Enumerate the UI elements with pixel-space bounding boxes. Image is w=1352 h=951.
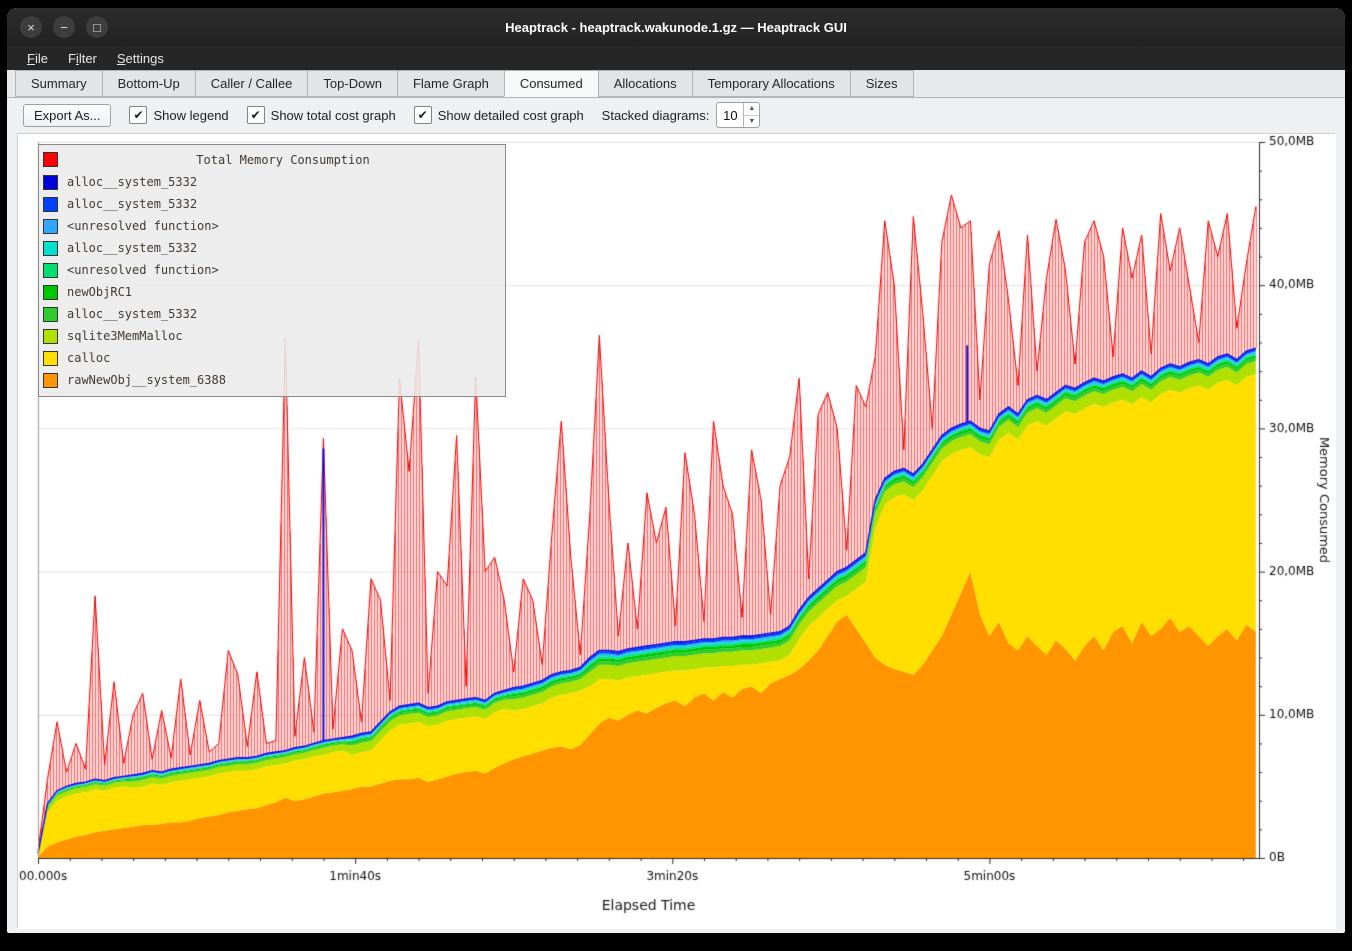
titlebar[interactable]: × − □ Heaptrack - heaptrack.wakunode.1.gz …: [7, 8, 1345, 46]
checkbox-show-detailed-cost-graph[interactable]: ✔ Show detailed cost graph: [414, 106, 584, 124]
checkbox-label: Show total cost graph: [271, 108, 396, 123]
legend-entry: calloc: [43, 347, 499, 369]
tab-bottom-up[interactable]: Bottom-Up: [102, 70, 195, 97]
checkbox-show-legend[interactable]: ✔ Show legend: [129, 106, 228, 124]
checkbox-show-total-cost-graph[interactable]: ✔ Show total cost graph: [247, 106, 396, 124]
legend-entry: alloc__system_5332: [43, 193, 499, 215]
toolbar: Export As... ✔ Show legend ✔ Show total cos…: [7, 98, 1345, 132]
legend-entry-label: alloc__system_5332: [67, 175, 197, 189]
window-title: Heaptrack - heaptrack.wakunode.1.gz — He…: [7, 20, 1345, 35]
tab-temporary-allocations[interactable]: Temporary Allocations: [692, 70, 850, 97]
checkbox-label: Show detailed cost graph: [438, 108, 584, 123]
menu-item-filter[interactable]: Filter: [58, 48, 107, 69]
series-swatch-icon: [43, 285, 58, 300]
legend-entry: sqlite3MemMalloc: [43, 325, 499, 347]
tab-bar: SummaryBottom-UpCaller / CalleeTop-DownF…: [7, 70, 1345, 98]
tab-consumed[interactable]: Consumed: [504, 70, 598, 97]
legend-entry: alloc__system_5332: [43, 171, 499, 193]
export-as-button[interactable]: Export As...: [23, 104, 111, 127]
series-swatch-icon: [43, 197, 58, 212]
stacked-diagrams-value[interactable]: 10: [717, 103, 743, 127]
series-swatch-icon: [43, 219, 58, 234]
legend-entry-label: rawNewObj__system_6388: [67, 373, 226, 387]
legend-entry: <unresolved function>: [43, 259, 499, 281]
legend-entry: rawNewObj__system_6388: [43, 369, 499, 391]
checkmark-icon: ✔: [247, 106, 265, 124]
legend-entry-label: calloc: [67, 351, 110, 365]
series-swatch-icon: [43, 307, 58, 322]
legend-entry: alloc__system_5332: [43, 303, 499, 325]
menu-bar: FileFilterSettings: [7, 46, 1345, 70]
stacked-diagrams-spinner[interactable]: 10 ▲ ▼: [716, 102, 760, 128]
tab-flame-graph[interactable]: Flame Graph: [397, 70, 504, 97]
window-buttons: × − □: [7, 16, 108, 38]
checkbox-group: ✔ Show legend ✔ Show total cost graph ✔ Show …: [129, 106, 583, 124]
legend-entry-label: <unresolved function>: [67, 263, 219, 277]
stacked-diagrams-group: Stacked diagrams: 10 ▲ ▼: [602, 102, 761, 128]
maximize-icon: □: [93, 21, 101, 34]
tab-top-down[interactable]: Top-Down: [307, 70, 397, 97]
legend-entry-label: sqlite3MemMalloc: [67, 329, 183, 343]
series-swatch-icon: [43, 263, 58, 278]
checkbox-label: Show legend: [153, 108, 228, 123]
series-swatch-icon: [43, 241, 58, 256]
tab-sizes[interactable]: Sizes: [850, 70, 914, 97]
spinner-up-icon[interactable]: ▲: [744, 103, 759, 116]
legend-entry-label: alloc__system_5332: [67, 307, 197, 321]
spinner-down-icon[interactable]: ▼: [744, 116, 759, 128]
spinner-arrows: ▲ ▼: [743, 103, 759, 127]
legend-entry: alloc__system_5332: [43, 237, 499, 259]
legend-entry-label: <unresolved function>: [67, 219, 219, 233]
minimize-icon: −: [60, 21, 68, 34]
total-swatch-icon: [43, 152, 58, 167]
legend-entry: <unresolved function>: [43, 215, 499, 237]
legend-title-row: Total Memory Consumption: [43, 148, 499, 171]
checkmark-icon: ✔: [414, 106, 432, 124]
stacked-diagrams-label: Stacked diagrams:: [602, 108, 710, 123]
chart-legend: Total Memory Consumption alloc__system_53…: [38, 144, 506, 397]
series-swatch-icon: [43, 351, 58, 366]
legend-entry-label: newObjRC1: [67, 285, 132, 299]
legend-title: Total Memory Consumption: [67, 153, 499, 167]
checkmark-icon: ✔: [129, 106, 147, 124]
close-icon: ×: [27, 21, 35, 34]
series-swatch-icon: [43, 329, 58, 344]
menu-item-settings[interactable]: Settings: [107, 48, 174, 69]
legend-entry-label: alloc__system_5332: [67, 197, 197, 211]
close-button[interactable]: ×: [20, 16, 42, 38]
legend-entry-label: alloc__system_5332: [67, 241, 197, 255]
heaptrack-window: × − □ Heaptrack - heaptrack.wakunode.1.gz …: [7, 8, 1345, 933]
series-swatch-icon: [43, 175, 58, 190]
chart-panel: Total Memory Consumption alloc__system_53…: [17, 133, 1335, 928]
desktop: { "titlebar": { "title": "Heaptrack - he…: [0, 0, 1352, 951]
minimize-button[interactable]: −: [53, 16, 75, 38]
legend-entry: newObjRC1: [43, 281, 499, 303]
maximize-button[interactable]: □: [86, 16, 108, 38]
tab-caller-callee[interactable]: Caller / Callee: [195, 70, 308, 97]
series-swatch-icon: [43, 373, 58, 388]
tab-allocations[interactable]: Allocations: [598, 70, 692, 97]
menu-item-file[interactable]: File: [17, 48, 58, 69]
tab-summary[interactable]: Summary: [15, 70, 102, 97]
